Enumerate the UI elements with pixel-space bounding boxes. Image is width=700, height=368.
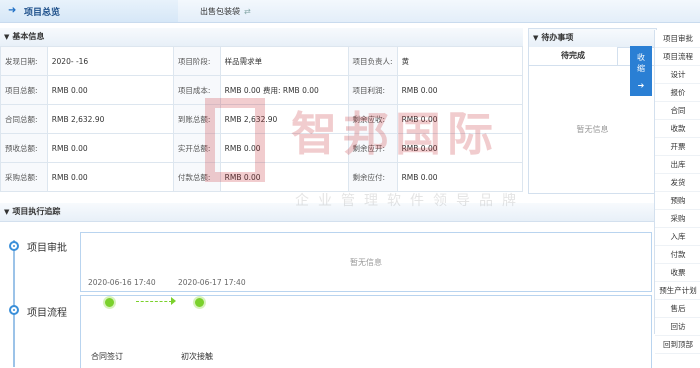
process-box — [80, 295, 652, 368]
info-row: 预收总额: RMB 0.00 实开总额: RMB 0.00 剩余应开: RMB 0.00 — [0, 133, 524, 163]
side-quick-menu: 项目审批 项目流程 设计 报价 合同 收款 开票 出库 发货 预购 采购 入库 付款 收票 预生产计划 售后回… — [654, 30, 700, 354]
field-value: RMB 0.00 — [396, 75, 524, 105]
empty-message: 暂无信息 — [350, 258, 382, 267]
basic-info-table: 发现日期: 2020- -16 项目阶段: 样品需求单 项目负责人: 黄项目总额: RMB … — [0, 46, 524, 192]
timeline-label: 项目审批 — [27, 243, 67, 254]
field-value: RMB 0.00 — [46, 162, 174, 192]
tab-label: 出售包装袋 — [200, 7, 240, 16]
step-connector — [136, 301, 172, 302]
step-done-icon — [103, 296, 116, 309]
step-name: 初次接触 — [181, 352, 213, 361]
side-menu-item[interactable]: 项目流程 — [655, 48, 700, 66]
info-row: 采购总额: RMB 0.00 付款总额: RMB 0.00 剩余应付: RMB 0.00 — [0, 162, 524, 192]
section-title: 待办事项 — [541, 33, 574, 42]
collapse-triangle-icon: ▼ — [4, 33, 10, 41]
side-menu-item[interactable]: 预生产计划 — [655, 282, 700, 300]
swap-icon[interactable]: ⇄ — [244, 7, 251, 16]
step-done-icon — [193, 296, 206, 309]
tracking-header[interactable]: ▼ 项目执行追踪 — [0, 203, 654, 222]
timeline-line — [13, 240, 15, 367]
side-menu-item[interactable]: 付款 — [655, 246, 700, 264]
field-label: 项目利润: — [347, 75, 398, 105]
side-menu-item[interactable]: 合同 — [655, 102, 700, 120]
step-date: 2020-06-17 17:40 — [178, 278, 246, 287]
side-menu-item[interactable]: 发货 — [655, 174, 700, 192]
side-menu-item[interactable]: 回访 — [655, 318, 700, 336]
step-date: 2020-06-16 17:40 — [88, 278, 156, 287]
side-menu-item[interactable]: 售后 — [655, 300, 700, 318]
collapse-triangle-icon: ▼ — [4, 208, 10, 216]
field-label: 到账总额: — [172, 104, 221, 134]
field-label: 合同总额: — [0, 104, 48, 134]
info-row: 项目总额: RMB 0.00 项目成本: RMB 0.00 费用: RMB 0.00 项… — [0, 75, 524, 105]
section-title: 基本信息 — [12, 32, 45, 41]
field-value: RMB 2,632.90 — [219, 104, 349, 134]
field-label: 采购总额: — [0, 162, 48, 192]
field-value: RMB 0.00 — [219, 133, 349, 163]
field-label: 项目总额: — [0, 75, 48, 105]
side-menu-item[interactable]: 设计 — [655, 66, 700, 84]
field-label: 项目阶段: — [172, 46, 221, 76]
basic-info-header[interactable]: ▼ 基本信息 — [0, 28, 523, 47]
field-label: 实开总额: — [172, 133, 221, 163]
side-menu-item[interactable]: 收款 — [655, 120, 700, 138]
arrow-right-icon: ➔ — [637, 81, 645, 90]
field-value: 黄 — [396, 46, 524, 76]
field-value: RMB 0.00 — [396, 133, 524, 163]
timeline-label: 项目流程 — [27, 308, 67, 319]
arrow-right-icon — [171, 297, 176, 305]
field-value: RMB 0.00 费用: RMB 0.00 — [219, 75, 349, 105]
collapse-button[interactable]: 收缩 ➔ — [630, 46, 652, 96]
field-value: RMB 2,632.90 — [46, 104, 174, 134]
field-label: 剩余应开: — [347, 133, 398, 163]
field-label: 付款总额: — [172, 162, 221, 192]
field-label: 剩余应收: — [347, 104, 398, 134]
field-value: RMB 0.00 — [46, 133, 174, 163]
collapse-triangle-icon: ▼ — [533, 34, 539, 42]
approval-box: 暂无信息 — [80, 232, 652, 292]
field-label: 剩余应付: — [347, 162, 398, 192]
side-menu-item[interactable]: 预购 — [655, 192, 700, 210]
field-label: 预收总额: — [0, 133, 48, 163]
field-label: 发现日期: — [0, 46, 48, 76]
timeline-node-icon — [9, 241, 19, 251]
field-value: RMB 0.00 — [219, 162, 349, 192]
field-value: 样品需求单 — [219, 46, 349, 76]
info-row: 合同总额: RMB 2,632.90 到账总额: RMB 2,632.90 剩余应收: R… — [0, 104, 524, 134]
field-label: 项目负责人: — [347, 46, 398, 76]
field-value: 2020- -16 — [46, 46, 174, 76]
arrow-right-icon: ➜ — [8, 5, 17, 16]
tab-project-overview[interactable]: ➜ 项目总览 — [0, 0, 178, 22]
step-name: 合同签订 — [91, 352, 123, 361]
info-row: 发现日期: 2020- -16 项目阶段: 样品需求单 项目负责人: 黄 — [0, 46, 524, 76]
side-menu-item[interactable]: 入库 — [655, 228, 700, 246]
tab-label: 项目总览 — [24, 8, 61, 18]
empty-message: 暂无信息 — [576, 125, 609, 134]
tab-second[interactable]: 出售包装袋 ⇄ — [200, 6, 251, 17]
collapse-label: 收缩 — [637, 53, 645, 73]
field-value: RMB 0.00 — [396, 162, 524, 192]
field-label: 项目成本: — [172, 75, 221, 105]
side-menu-item[interactable]: 采购 — [655, 210, 700, 228]
section-title: 项目执行追踪 — [12, 207, 61, 216]
side-menu-item[interactable]: 报价 — [655, 84, 700, 102]
field-value: RMB 0.00 — [46, 75, 174, 105]
side-menu-item[interactable]: 开票 — [655, 138, 700, 156]
side-menu-item[interactable]: 回到顶部 — [655, 336, 700, 354]
side-menu-item[interactable]: 收票 — [655, 264, 700, 282]
timeline-node-icon — [9, 305, 19, 315]
side-menu-item[interactable]: 出库 — [655, 156, 700, 174]
side-menu-item[interactable]: 项目审批 — [655, 30, 700, 48]
field-value: RMB 0.00 — [396, 104, 524, 134]
top-tab-bar: ➜ 项目总览 出售包装袋 ⇄ — [0, 0, 700, 23]
tab-incomplete[interactable]: 待完成 — [529, 47, 618, 65]
